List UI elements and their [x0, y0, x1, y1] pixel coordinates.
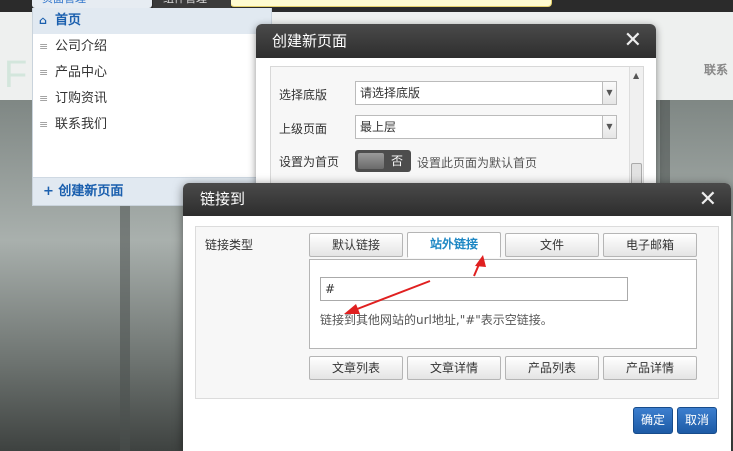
page-item-contact[interactable]: ≡ 联系我们 — [33, 112, 271, 138]
page-manager-panel: ⌂ 首页 ≡ 公司介绍 ≡ 产品中心 ≡ 订购资讯 ≡ 联系我们 + 创建新页面 — [32, 8, 272, 206]
article-detail-button[interactable]: 文章详情 — [407, 356, 501, 380]
template-select[interactable]: 请选择底版 ▼ — [355, 81, 617, 105]
dialog-header: 链接到 ✕ — [183, 183, 731, 216]
page-item-products[interactable]: ≡ 产品中心 — [33, 60, 271, 86]
page-item-about[interactable]: ≡ 公司介绍 — [33, 34, 271, 60]
page-item-order[interactable]: ≡ 订购资讯 — [33, 86, 271, 112]
drag-handle-icon[interactable]: ≡ — [39, 86, 48, 112]
scrollbar-thumb[interactable] — [631, 163, 642, 185]
cancel-button[interactable]: 取消 — [677, 407, 717, 434]
tab-email[interactable]: 电子邮箱 — [603, 233, 697, 257]
template-label: 选择底版 — [279, 88, 328, 102]
page-item-label: 订购资讯 — [55, 91, 108, 106]
product-detail-button[interactable]: 产品详情 — [603, 356, 697, 380]
chevron-down-icon[interactable]: ▼ — [602, 82, 616, 104]
template-row: 选择底版 请选择底版 ▼ — [271, 81, 631, 107]
page-item-label: 首页 — [55, 13, 82, 28]
confirm-button[interactable]: 确定 — [633, 407, 673, 434]
template-select-value: 请选择底版 — [360, 86, 421, 100]
page-item-label: 联系我们 — [55, 117, 108, 132]
link-form: 链接类型 默认链接 站外链接 文件 电子邮箱 # 链接到其他网站的url地址,"… — [195, 226, 719, 399]
parent-row: 上级页面 最上层 ▼ — [271, 115, 631, 141]
toggle-text: 否 — [391, 154, 404, 168]
product-list-button[interactable]: 产品列表 — [505, 356, 599, 380]
page-manager-tabs: 页面管理 组件管理 — [32, 0, 272, 8]
dialog-title: 创建新页面 — [272, 32, 348, 50]
homepage-toggle[interactable]: 否 — [355, 150, 411, 172]
home-icon: ⌂ — [39, 14, 47, 27]
link-type-label: 链接类型 — [205, 238, 254, 252]
parent-label: 上级页面 — [279, 122, 328, 136]
tab-default-link[interactable]: 默认链接 — [309, 233, 403, 257]
drag-handle-icon[interactable]: ≡ — [39, 60, 48, 86]
url-input[interactable]: # — [320, 277, 628, 301]
drag-handle-icon[interactable]: ≡ — [39, 112, 48, 138]
homepage-hint: 设置此页面为默认首页 — [417, 156, 538, 170]
page-item-label: 产品中心 — [55, 65, 108, 80]
dialog-header: 创建新页面 ✕ — [256, 24, 656, 58]
close-icon[interactable]: ✕ — [699, 183, 717, 216]
homepage-label: 设置为首页 — [279, 155, 340, 169]
tab-file[interactable]: 文件 — [505, 233, 599, 257]
toggle-knob — [358, 153, 384, 169]
site-nav-item[interactable]: 联系 — [704, 61, 728, 78]
url-hint: 链接到其他网站的url地址,"#"表示空链接。 — [320, 313, 553, 327]
tab-component-manager[interactable]: 组件管理 — [153, 0, 231, 8]
tab-page-manager[interactable]: 页面管理 — [32, 0, 152, 8]
site-logo: F — [4, 54, 30, 96]
notification-tooltip — [230, 0, 552, 7]
parent-select-value: 最上层 — [360, 120, 397, 134]
chevron-up-icon[interactable]: ▲ — [633, 71, 639, 80]
homepage-row: 设置为首页 否 设置此页面为默认首页 — [271, 150, 631, 176]
drag-handle-icon[interactable]: ≡ — [39, 34, 48, 60]
page-item-label: 公司介绍 — [55, 39, 108, 54]
external-link-panel: # 链接到其他网站的url地址,"#"表示空链接。 — [309, 259, 697, 349]
tab-external-link[interactable]: 站外链接 — [407, 232, 501, 258]
chevron-down-icon[interactable]: ▼ — [602, 116, 616, 138]
parent-select[interactable]: 最上层 ▼ — [355, 115, 617, 139]
dialog-title: 链接到 — [200, 190, 246, 208]
create-page-dialog: 创建新页面 ✕ 选择底版 请选择底版 ▼ 上级页面 最上层 ▼ 设置为首页 否 … — [256, 24, 656, 204]
article-list-button[interactable]: 文章列表 — [309, 356, 403, 380]
link-dialog: 链接到 ✕ 链接类型 默认链接 站外链接 文件 电子邮箱 # 链接到其他网站的u… — [183, 183, 731, 451]
page-item-home[interactable]: ⌂ 首页 — [33, 8, 271, 34]
close-icon[interactable]: ✕ — [624, 24, 642, 58]
